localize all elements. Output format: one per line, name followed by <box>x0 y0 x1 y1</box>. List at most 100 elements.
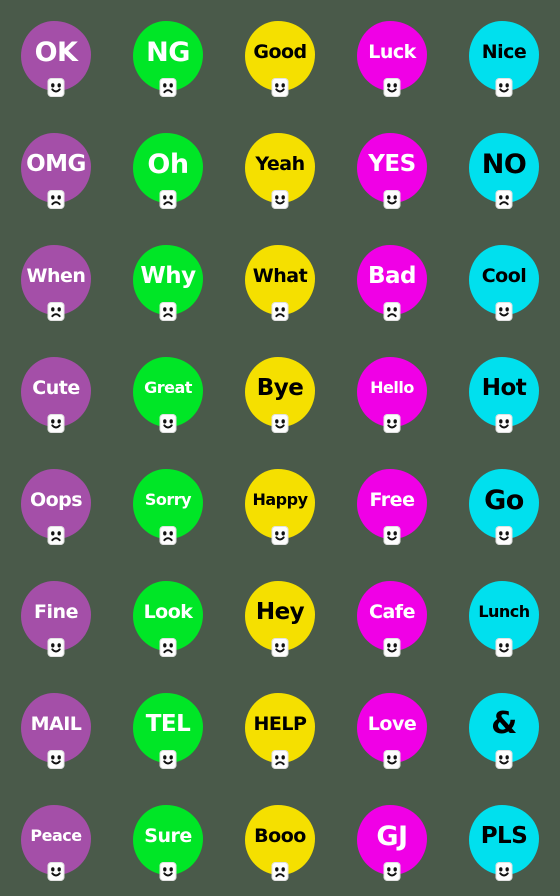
emoji-label: Fine <box>34 600 78 623</box>
emoji-sticker-great[interactable]: Great <box>133 357 203 433</box>
emoji-cell[interactable]: YES <box>336 112 448 224</box>
emoji-cell[interactable]: Fine <box>0 560 112 672</box>
smile-face-icon <box>495 78 513 97</box>
emoji-cell[interactable]: TEL <box>112 672 224 784</box>
emoji-cell[interactable]: Sure <box>112 784 224 896</box>
emoji-sticker-good[interactable]: Good <box>245 21 315 97</box>
emoji-sticker-love[interactable]: Love <box>357 693 427 769</box>
emoji-label: OMG <box>26 150 86 177</box>
emoji-sticker-gj[interactable]: GJ <box>357 805 427 881</box>
emoji-cell[interactable]: What <box>224 224 336 336</box>
smile-face-icon <box>383 638 401 657</box>
emoji-cell[interactable]: Great <box>112 336 224 448</box>
emoji-sticker-when[interactable]: When <box>21 245 91 321</box>
emoji-sticker-nice[interactable]: Nice <box>469 21 539 97</box>
emoji-sticker-oops[interactable]: Oops <box>21 469 91 545</box>
emoji-cell[interactable]: Oops <box>0 448 112 560</box>
emoji-cell[interactable]: Hello <box>336 336 448 448</box>
emoji-cell[interactable]: Go <box>448 448 560 560</box>
emoji-label: Good <box>253 40 307 63</box>
emoji-sticker-no[interactable]: NO <box>469 133 539 209</box>
emoji-label: YES <box>368 150 416 177</box>
emoji-cell[interactable]: Peace <box>0 784 112 896</box>
emoji-sticker--[interactable]: & <box>469 693 539 769</box>
emoji-label: Cafe <box>369 600 415 623</box>
emoji-cell[interactable]: NO <box>448 112 560 224</box>
emoji-sticker-go[interactable]: Go <box>469 469 539 545</box>
emoji-sticker-omg[interactable]: OMG <box>21 133 91 209</box>
emoji-cell[interactable]: Free <box>336 448 448 560</box>
emoji-sticker-sorry[interactable]: Sorry <box>133 469 203 545</box>
emoji-sticker-sure[interactable]: Sure <box>133 805 203 881</box>
emoji-sticker-tel[interactable]: TEL <box>133 693 203 769</box>
emoji-sticker-booo[interactable]: Booo <box>245 805 315 881</box>
emoji-sticker-lunch[interactable]: Lunch <box>469 581 539 657</box>
emoji-sticker-oh[interactable]: Oh <box>133 133 203 209</box>
emoji-cell[interactable]: Lunch <box>448 560 560 672</box>
emoji-cell[interactable]: OK <box>0 0 112 112</box>
emoji-sticker-pls[interactable]: PLS <box>469 805 539 881</box>
emoji-sticker-mail[interactable]: MAIL <box>21 693 91 769</box>
emoji-cell[interactable]: Love <box>336 672 448 784</box>
emoji-sticker-help[interactable]: HELP <box>245 693 315 769</box>
emoji-cell[interactable]: Why <box>112 224 224 336</box>
emoji-cell[interactable]: Nice <box>448 0 560 112</box>
emoji-cell[interactable]: GJ <box>336 784 448 896</box>
emoji-sticker-bye[interactable]: Bye <box>245 357 315 433</box>
emoji-label: Peace <box>30 826 82 845</box>
emoji-cell[interactable]: PLS <box>448 784 560 896</box>
emoji-sticker-look[interactable]: Look <box>133 581 203 657</box>
emoji-cell[interactable]: Oh <box>112 112 224 224</box>
emoji-cell[interactable]: Bye <box>224 336 336 448</box>
frown-face-icon <box>159 302 177 321</box>
emoji-sticker-fine[interactable]: Fine <box>21 581 91 657</box>
frown-face-icon <box>47 526 65 545</box>
emoji-sticker-happy[interactable]: Happy <box>245 469 315 545</box>
emoji-cell[interactable]: Look <box>112 560 224 672</box>
emoji-cell[interactable]: When <box>0 224 112 336</box>
emoji-cell[interactable]: Hey <box>224 560 336 672</box>
emoji-sticker-cafe[interactable]: Cafe <box>357 581 427 657</box>
smile-face-icon <box>495 526 513 545</box>
frown-face-icon <box>495 190 513 209</box>
emoji-cell[interactable]: HELP <box>224 672 336 784</box>
emoji-sticker-why[interactable]: Why <box>133 245 203 321</box>
emoji-label: Hey <box>255 598 305 625</box>
emoji-sticker-bad[interactable]: Bad <box>357 245 427 321</box>
emoji-sticker-ng[interactable]: NG <box>133 21 203 97</box>
emoji-sticker-peace[interactable]: Peace <box>21 805 91 881</box>
frown-face-icon <box>159 190 177 209</box>
emoji-cell[interactable]: Hot <box>448 336 560 448</box>
emoji-sticker-luck[interactable]: Luck <box>357 21 427 97</box>
emoji-cell[interactable]: & <box>448 672 560 784</box>
emoji-sticker-grid: OK NG Good Luck Nice OMG Oh Yeah YES NO When Why Wha… <box>0 0 560 896</box>
emoji-cell[interactable]: NG <box>112 0 224 112</box>
emoji-sticker-hello[interactable]: Hello <box>357 357 427 433</box>
emoji-label: & <box>491 706 517 741</box>
emoji-cell[interactable]: OMG <box>0 112 112 224</box>
emoji-cell[interactable]: Sorry <box>112 448 224 560</box>
emoji-cell[interactable]: Happy <box>224 448 336 560</box>
emoji-cell[interactable]: Cute <box>0 336 112 448</box>
emoji-sticker-what[interactable]: What <box>245 245 315 321</box>
emoji-sticker-free[interactable]: Free <box>357 469 427 545</box>
emoji-cell[interactable]: Yeah <box>224 112 336 224</box>
emoji-sticker-hot[interactable]: Hot <box>469 357 539 433</box>
emoji-cell[interactable]: Good <box>224 0 336 112</box>
smile-face-icon <box>47 862 65 881</box>
emoji-cell[interactable]: Cool <box>448 224 560 336</box>
emoji-cell[interactable]: Bad <box>336 224 448 336</box>
emoji-sticker-yeah[interactable]: Yeah <box>245 133 315 209</box>
emoji-label: MAIL <box>30 712 82 735</box>
emoji-sticker-hey[interactable]: Hey <box>245 581 315 657</box>
emoji-cell[interactable]: Luck <box>336 0 448 112</box>
emoji-sticker-ok[interactable]: OK <box>21 21 91 97</box>
emoji-sticker-cute[interactable]: Cute <box>21 357 91 433</box>
emoji-cell[interactable]: MAIL <box>0 672 112 784</box>
emoji-label: Bad <box>367 262 417 289</box>
emoji-label: Booo <box>254 824 306 847</box>
emoji-cell[interactable]: Booo <box>224 784 336 896</box>
emoji-cell[interactable]: Cafe <box>336 560 448 672</box>
emoji-sticker-cool[interactable]: Cool <box>469 245 539 321</box>
emoji-sticker-yes[interactable]: YES <box>357 133 427 209</box>
